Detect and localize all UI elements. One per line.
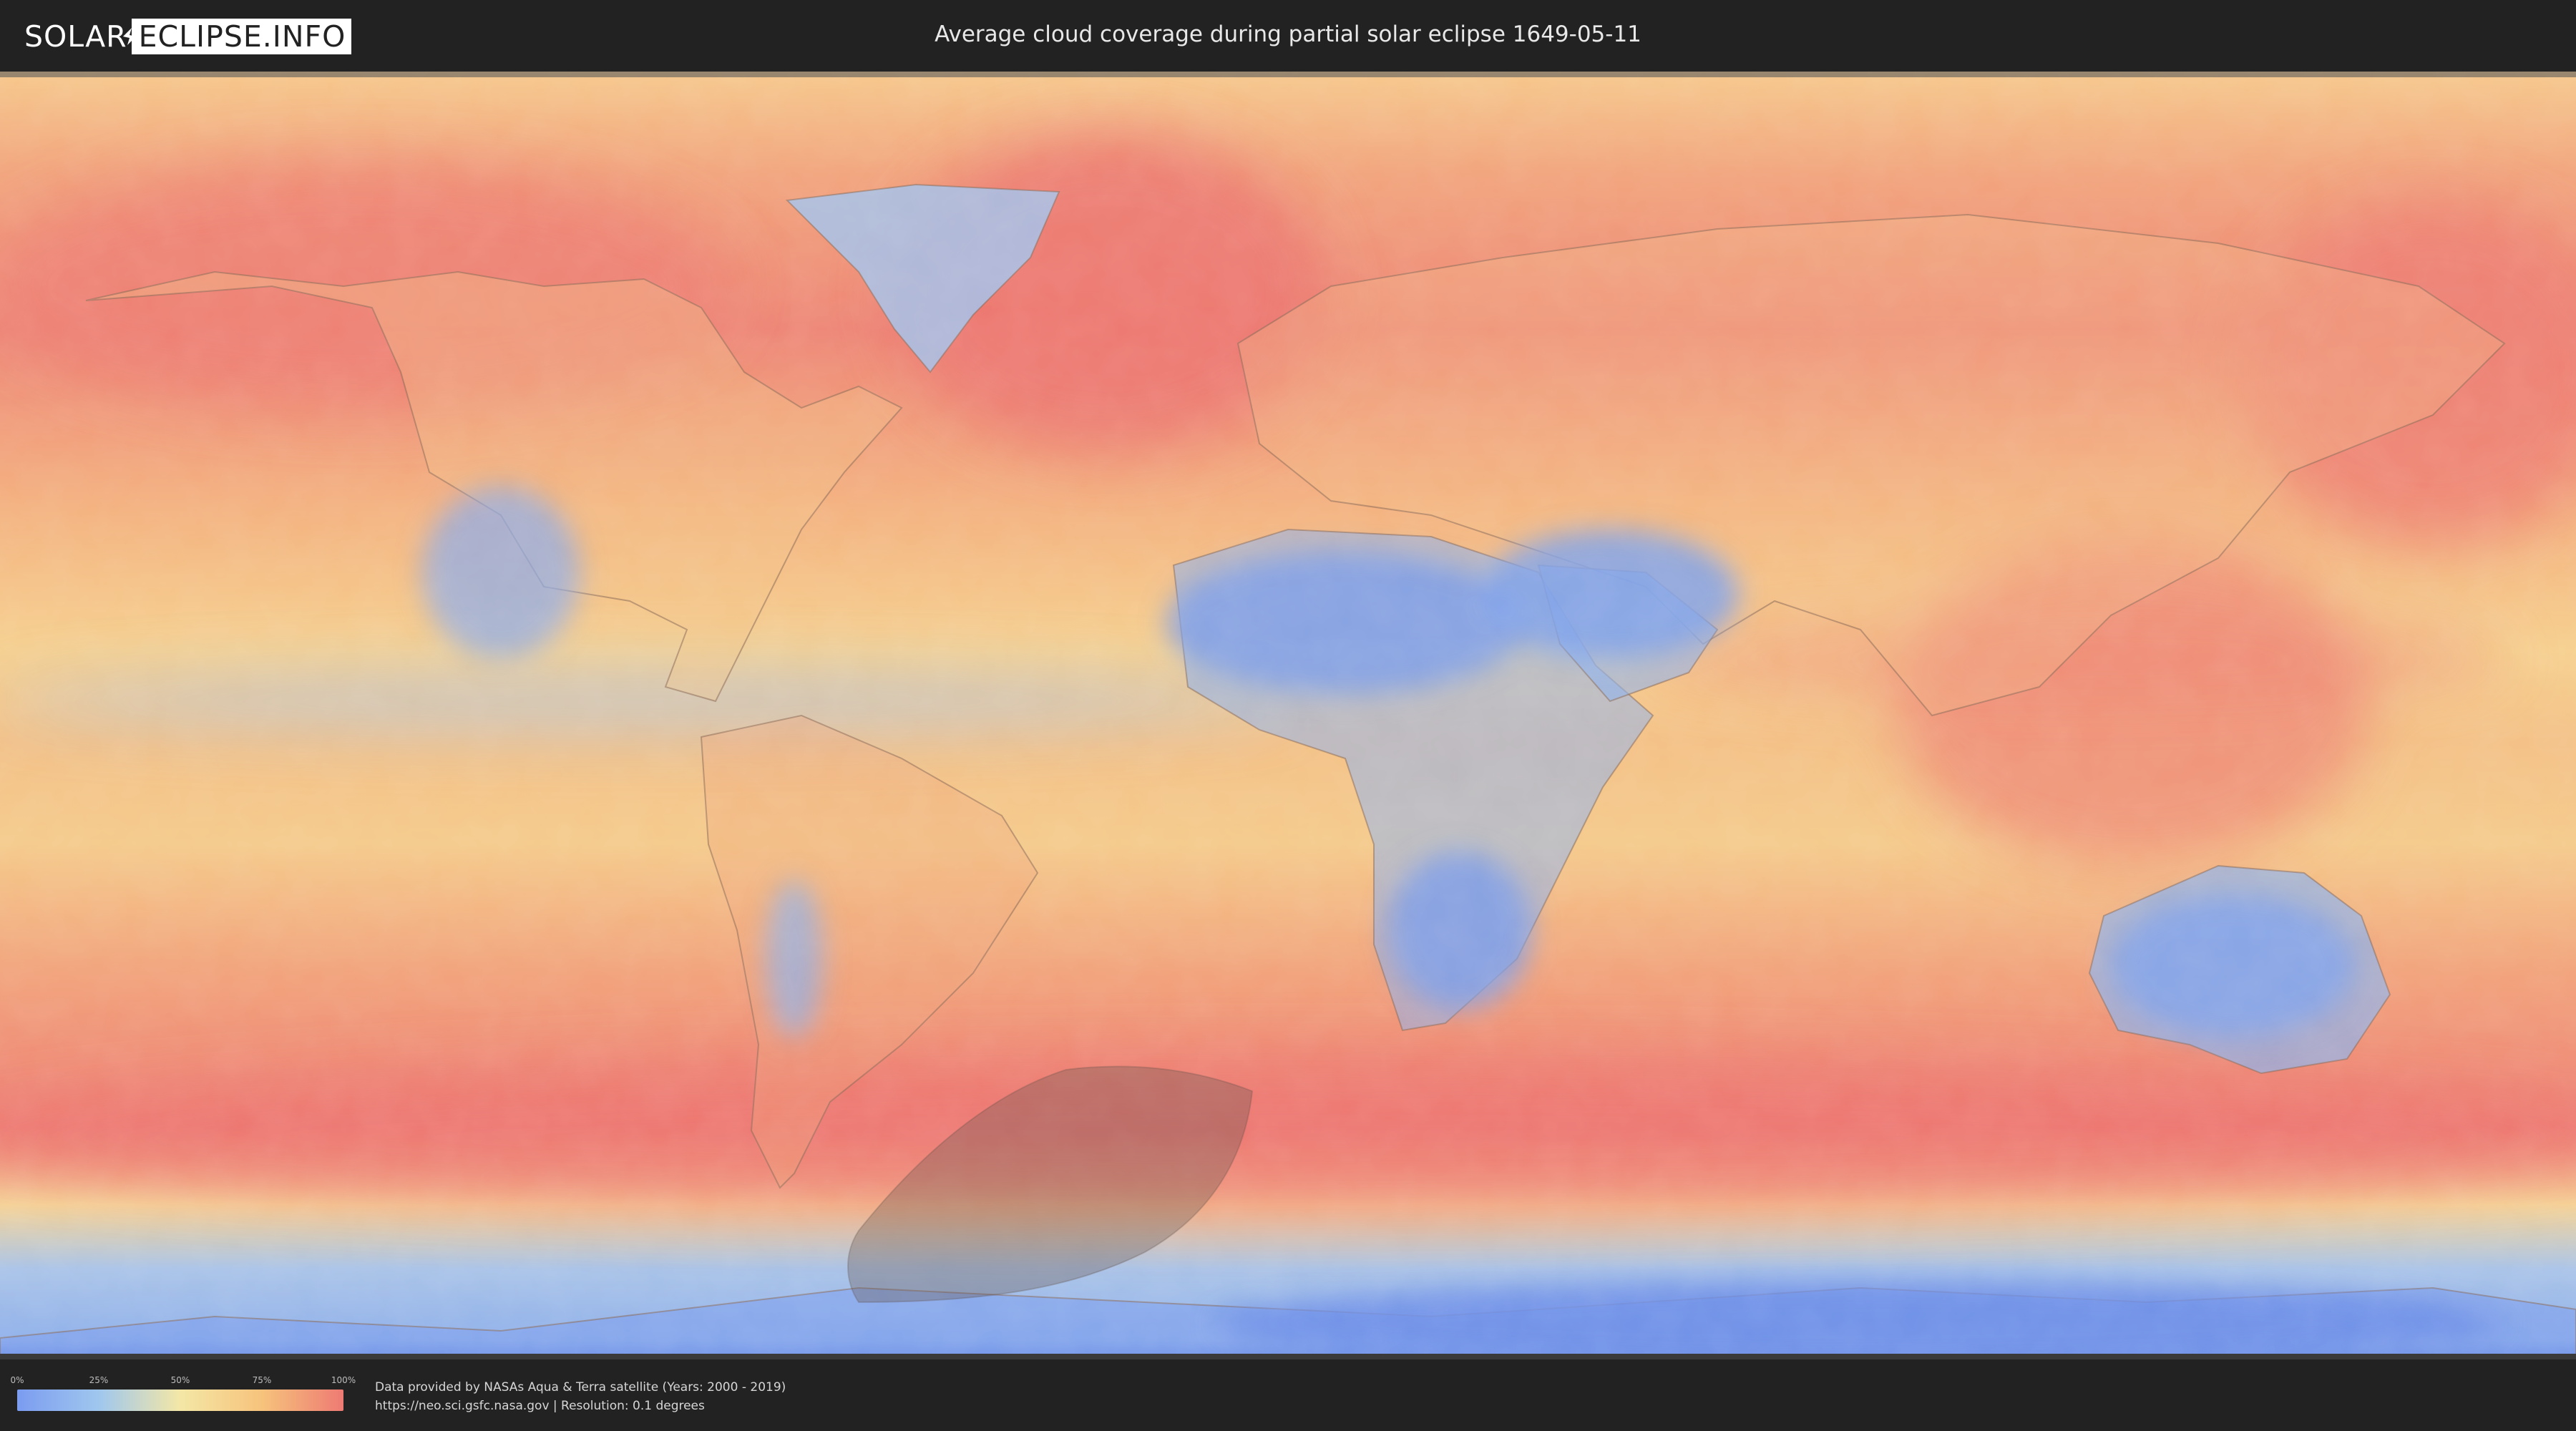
data-credits: Data provided by NASAs Aqua & Terra sate…: [375, 1378, 786, 1415]
cloud-coverage-legend: 0% 25% 50% 75% 100%: [10, 1375, 356, 1415]
legend-tick: 100%: [331, 1375, 356, 1385]
legend-tick: 50%: [170, 1375, 190, 1385]
legend-tick: 0%: [10, 1375, 24, 1385]
credits-source: Data provided by NASAs Aqua & Terra sate…: [375, 1380, 786, 1395]
legend-tick: 25%: [89, 1375, 109, 1385]
legend-tick: 75%: [252, 1375, 272, 1385]
legend-color-bar: [17, 1390, 343, 1411]
page-title: Average cloud coverage during partial so…: [935, 21, 1641, 47]
cloud-texture: [0, 72, 2576, 1359]
map-top-edge: [0, 72, 2576, 77]
map-bottom-edge: [0, 1354, 2576, 1359]
map-frame: [0, 72, 2576, 1359]
cloud-coverage-map[interactable]: [0, 72, 2576, 1359]
page: SOLAR ECLIPSE.INFO Average cloud coverag…: [0, 0, 2576, 1431]
footer: 0% 25% 50% 75% 100% Data provided by NAS…: [0, 1359, 2576, 1431]
header: SOLAR ECLIPSE.INFO Average cloud coverag…: [0, 0, 2576, 72]
credits-link[interactable]: https://neo.sci.gsfc.nasa.gov | Resoluti…: [375, 1397, 786, 1415]
